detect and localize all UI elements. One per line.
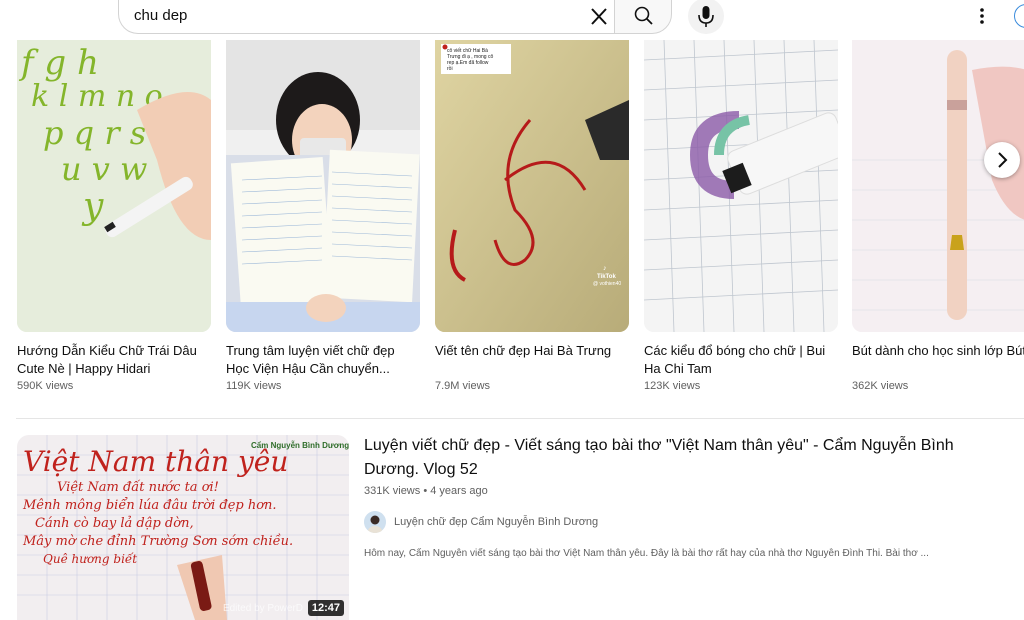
short-thumbnail[interactable]: f g h k l m n o p q r s t u v w y — [17, 40, 211, 332]
voice-search-button[interactable] — [688, 0, 724, 34]
thumbnail-artwork — [852, 40, 1024, 332]
account-icon[interactable] — [1014, 4, 1024, 28]
next-shorts-button[interactable] — [984, 142, 1020, 178]
thumb-poem-line: Mênh mông biển lúa đâu trời đẹp hơn. — [22, 497, 277, 513]
short-card[interactable]: Bút dành cho học sinh lớp Bút luyện chữ … — [852, 40, 1024, 392]
short-views: 123K views — [644, 380, 701, 392]
search-button[interactable] — [614, 0, 672, 34]
short-views: 119K views — [226, 380, 282, 392]
microphone-icon — [698, 6, 714, 27]
short-views: 7.9M views — [435, 380, 491, 392]
section-divider — [16, 418, 1024, 419]
more-options-button[interactable] — [970, 4, 994, 28]
thumb-title: Việt Nam thân yêu — [23, 445, 288, 478]
clear-search-button[interactable] — [586, 4, 612, 30]
thumb-poem-line: Mây mờ che đỉnh Trường Sơn sớm chiều. — [22, 533, 293, 549]
thumb-watermark: Edited by PowerD — [222, 603, 303, 614]
thumbnail-artwork: cô viết chữ Hai Bà Trưng đi ạ , mong cô … — [435, 40, 629, 332]
thumbnail-artwork — [644, 40, 838, 332]
avatar — [364, 511, 386, 533]
video-description: Hôm nay, Cẩm Nguyễn viết sáng tạo bài th… — [364, 548, 929, 559]
short-title[interactable]: Các kiểu đổ bóng cho chữ | Bui Ha Chi Ta… — [644, 342, 838, 378]
thumb-poem-line: Việt Nam đất nước ta ơi! — [57, 479, 219, 495]
thumb-letters: f g h — [18, 43, 99, 83]
short-card[interactable]: Các kiểu đổ bóng cho chữ | Bui Ha Chi Ta… — [644, 40, 838, 392]
video-title[interactable]: Luyện viết chữ đẹp - Viết sáng tạo bài t… — [364, 434, 984, 482]
thumb-poem-line: Cánh cò bay lả dập dờn, — [35, 516, 194, 531]
short-title[interactable]: Bút dành cho học sinh lớp Bút luyện chữ … — [852, 342, 1024, 378]
search-input[interactable]: chu dep — [134, 7, 187, 24]
search-bar[interactable] — [118, 0, 614, 34]
more-vert-icon — [980, 8, 984, 24]
short-card[interactable]: cô viết chữ Hai Bà Trưng đi ạ , mong cô … — [435, 40, 629, 392]
channel-name[interactable]: Luyện chữ đẹp Cẩm Nguyễn Bình Dương — [394, 516, 598, 528]
tiktok-logo-icon: ♪ — [603, 265, 607, 272]
video-thumbnail[interactable]: Việt Nam thân yêu Cẩm Nguyễn Bình Dương … — [17, 435, 349, 620]
short-title[interactable]: Trung tâm luyện viết chữ đẹp Học Viện Hậ… — [226, 342, 420, 378]
short-card[interactable]: f g h k l m n o p q r s t u v w y Hướng … — [17, 40, 211, 392]
svg-text:u v w: u v w — [61, 150, 147, 188]
short-thumbnail[interactable] — [644, 40, 838, 332]
short-views: 362K views — [852, 380, 909, 392]
short-thumbnail[interactable]: cô viết chữ Hai Bà Trưng đi ạ , mong cô … — [435, 40, 629, 332]
tiktok-label: TikTok — [597, 274, 616, 280]
video-metadata: 331K views • 4 years ago — [364, 485, 488, 497]
video-views: 331K views — [364, 485, 421, 497]
short-title[interactable]: Viết tên chữ đẹp Hai Bà Trưng — [435, 342, 629, 378]
thumbnail-artwork: Việt Nam thân yêu Cẩm Nguyễn Bình Dương … — [17, 435, 349, 620]
tiktok-user: @ vothien40 — [593, 281, 621, 287]
thumbnail-artwork — [226, 40, 420, 332]
thumb-credit: Cẩm Nguyễn Bình Dương — [251, 441, 349, 450]
svg-text:y: y — [81, 186, 104, 227]
duration-badge: 12:47 — [307, 600, 344, 616]
channel-avatar[interactable] — [364, 511, 386, 533]
thumbnail-artwork: f g h k l m n o p q r s t u v w y — [17, 40, 211, 332]
short-views: 590K views — [17, 380, 74, 392]
short-title[interactable]: Hướng Dẫn Kiểu Chữ Trái Dâu Cute Nè | Ha… — [17, 342, 211, 378]
search-icon — [634, 6, 653, 25]
chevron-right-icon — [998, 152, 1008, 168]
close-icon — [591, 8, 607, 25]
short-thumbnail[interactable] — [852, 40, 1024, 332]
short-thumbnail[interactable] — [226, 40, 420, 332]
video-age: 4 years ago — [430, 485, 488, 497]
thumb-poem-line: Quê hương biết — [43, 551, 137, 566]
short-card[interactable]: Trung tâm luyện viết chữ đẹp Học Viện Hậ… — [226, 40, 420, 392]
